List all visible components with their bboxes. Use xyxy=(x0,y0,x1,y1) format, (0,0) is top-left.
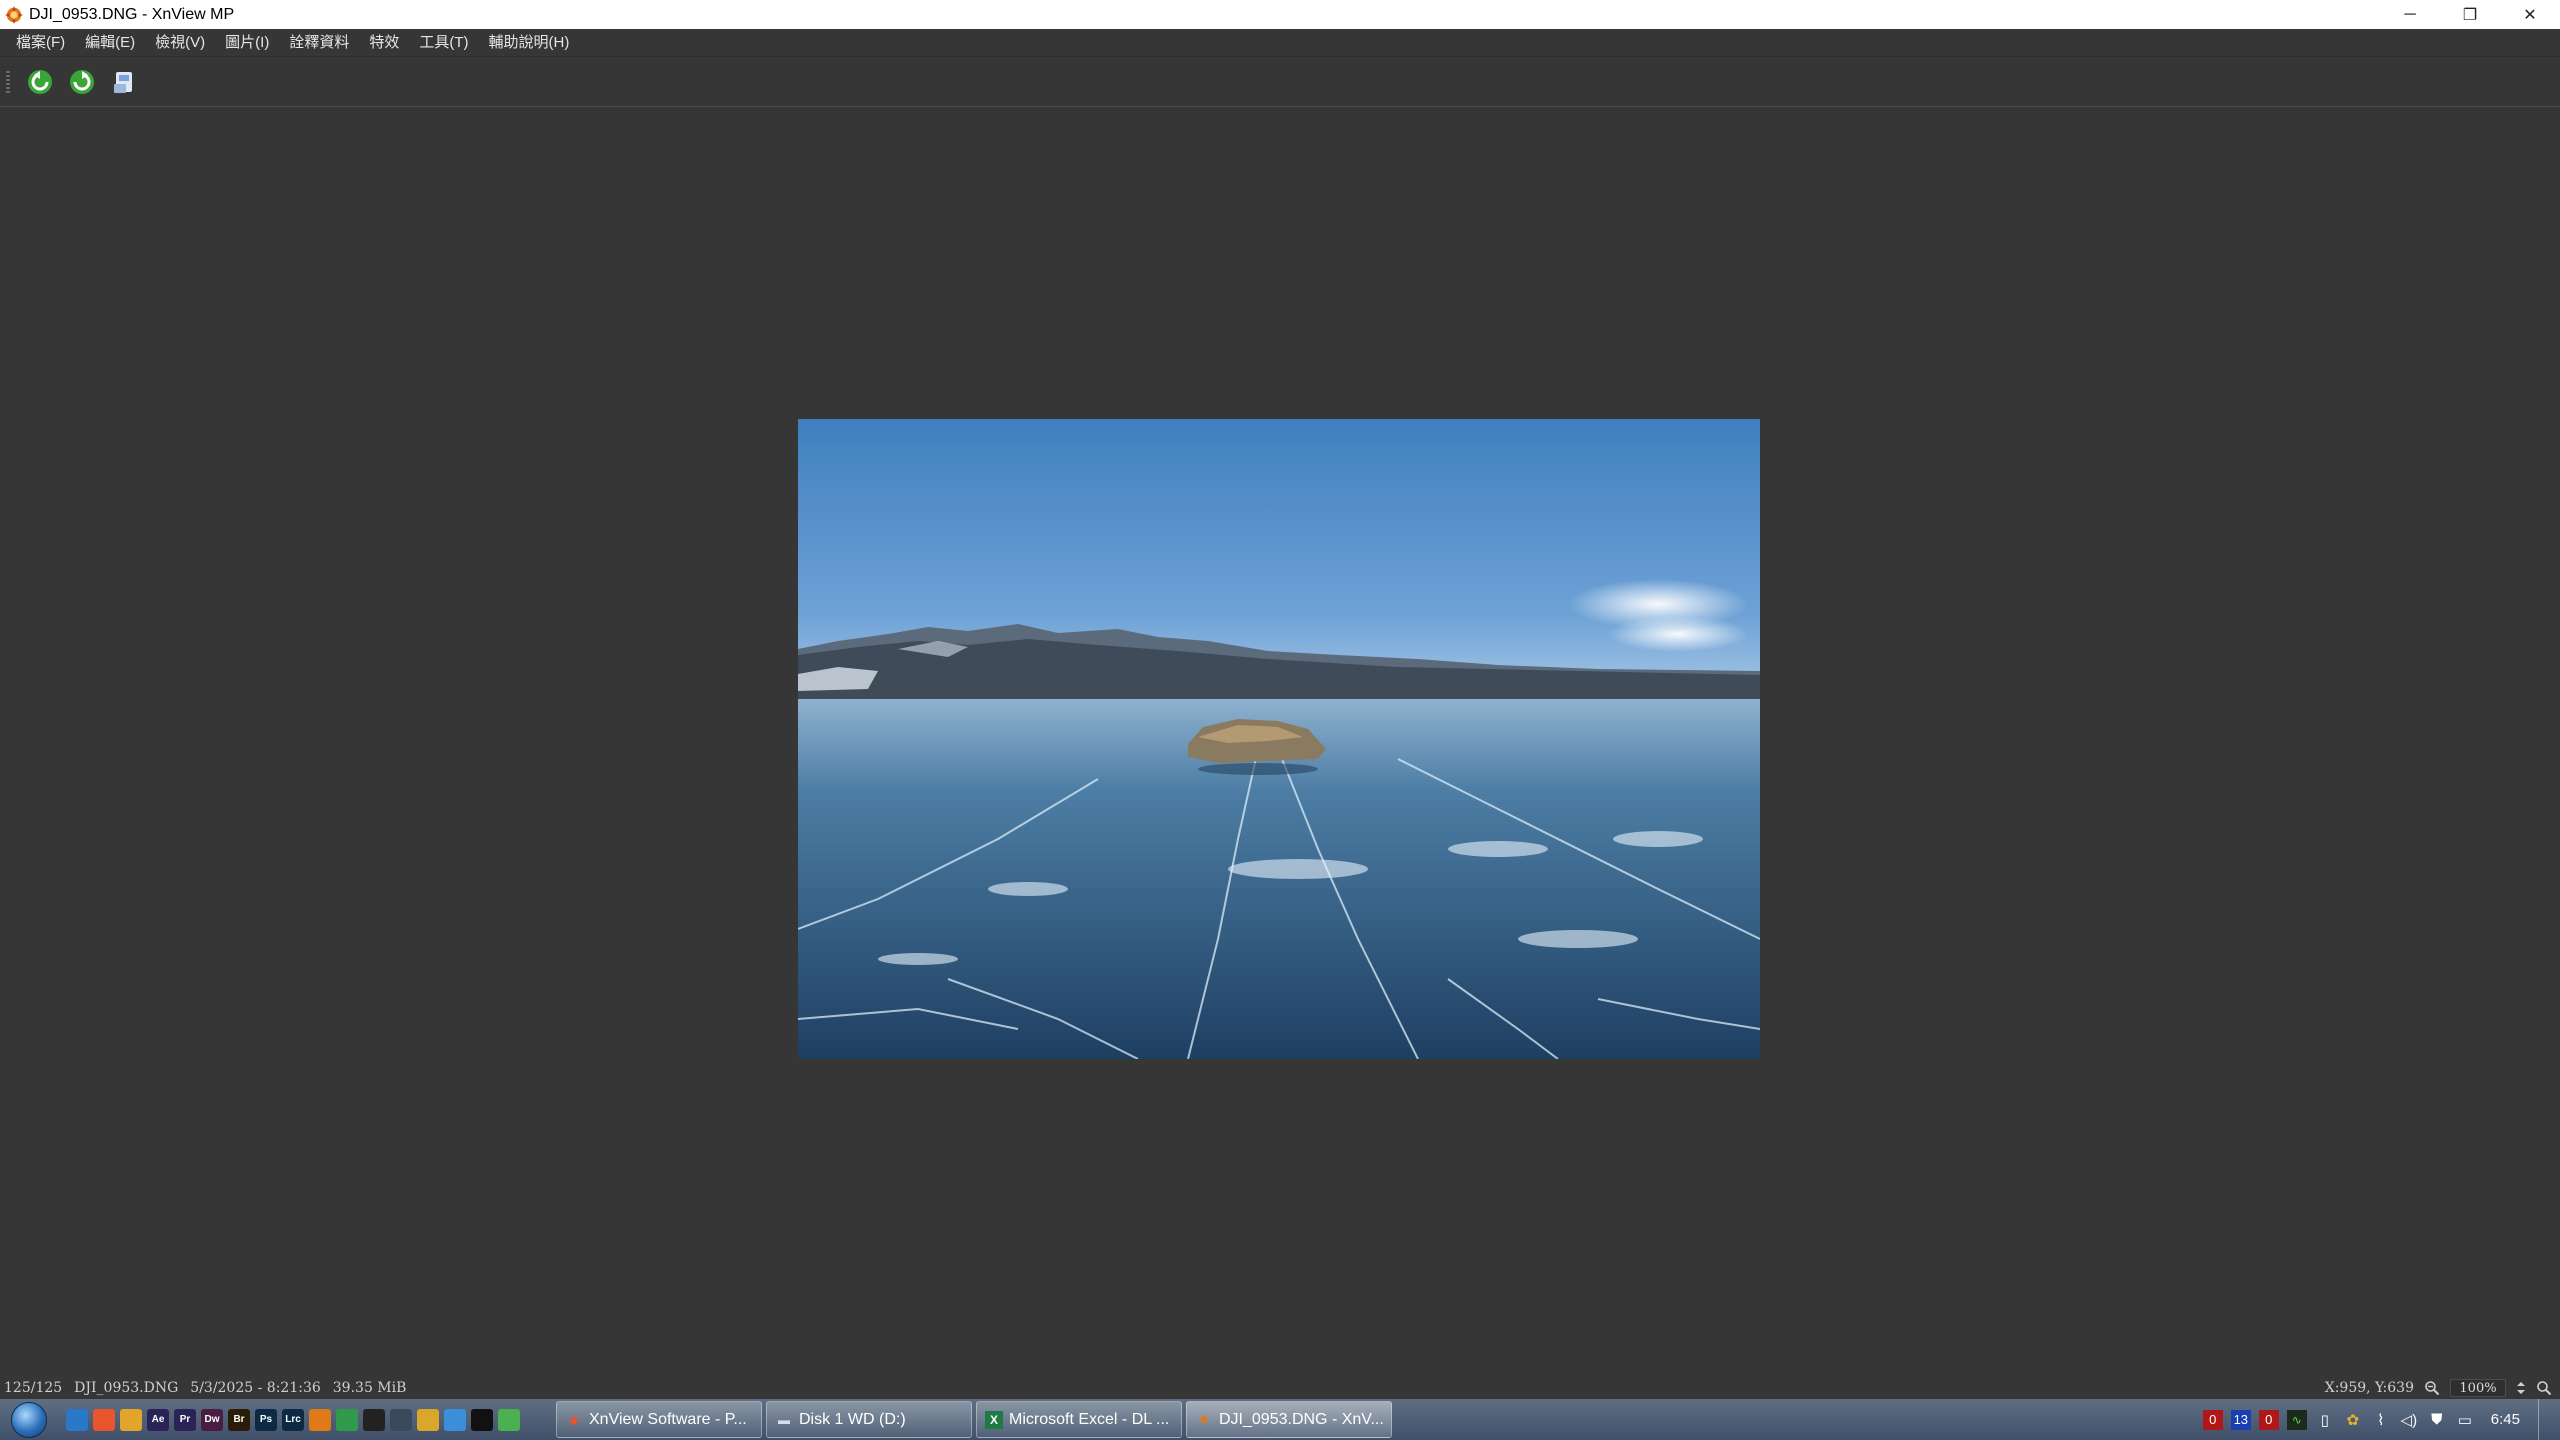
aftereffects-icon[interactable]: Ae xyxy=(147,1408,169,1431)
task-disk-explorer[interactable]: ▬ Disk 1 WD (D:) xyxy=(766,1401,972,1438)
taskbar-tasks: ◆ XnView Software - P... ▬ Disk 1 WD (D:… xyxy=(556,1401,1392,1438)
rotate-left-button[interactable] xyxy=(24,66,56,98)
cursor-coordinates: X:959, Y:639 xyxy=(2324,1380,2414,1396)
usb-device-icon[interactable]: ▯ xyxy=(2315,1410,2335,1430)
premiere-icon[interactable]: Pr xyxy=(174,1408,196,1431)
task-xnview-mp[interactable]: ✹ DJI_0953.DNG - XnV... xyxy=(1186,1401,1392,1438)
tray-badge-red[interactable]: 0 xyxy=(2202,1409,2223,1430)
action-center-icon[interactable]: ▭ xyxy=(2455,1410,2475,1430)
zoom-spinner-icon[interactable] xyxy=(2516,1380,2526,1396)
zoom-out-icon[interactable] xyxy=(2424,1380,2440,1396)
rotate-right-button[interactable] xyxy=(66,66,98,98)
outlook-icon[interactable] xyxy=(66,1408,88,1431)
excel-icon: X xyxy=(985,1410,1003,1429)
window-title: DJI_0953.DNG - XnView MP xyxy=(29,5,235,23)
tray-badge-blue[interactable]: 13 xyxy=(2230,1409,2251,1430)
task-label: Microsoft Excel - DL ... xyxy=(1009,1410,1170,1428)
zoom-in-icon[interactable] xyxy=(2536,1380,2552,1396)
menu-help[interactable]: 輔助說明(H) xyxy=(479,29,580,57)
menu-metadata[interactable]: 詮釋資料 xyxy=(279,29,359,57)
menu-image[interactable]: 圖片(I) xyxy=(215,29,279,57)
displayed-photo[interactable] xyxy=(798,419,1760,1059)
menu-tools[interactable]: 工具(T) xyxy=(409,29,478,57)
chrome-icon[interactable] xyxy=(498,1408,520,1431)
brave-icon[interactable] xyxy=(93,1408,115,1431)
security-shield-icon[interactable]: ⛊ xyxy=(2427,1410,2447,1430)
menu-edit[interactable]: 編輯(E) xyxy=(75,29,145,57)
app-green-icon[interactable] xyxy=(336,1408,358,1431)
rotate-right-icon xyxy=(70,69,94,94)
drive-icon: ▬ xyxy=(778,1412,790,1427)
xnview-app-icon xyxy=(5,5,23,24)
brave-icon: ◆ xyxy=(569,1412,579,1427)
dreamweaver-icon[interactable]: Dw xyxy=(201,1408,223,1431)
system-tray: 0 13 0 ∿ ▯ ✿ ⌇ ◁) ⛊ ▭ 6:45 xyxy=(2202,1399,2560,1440)
task-excel[interactable]: X Microsoft Excel - DL ... xyxy=(976,1401,1182,1438)
toolbar-grip[interactable] xyxy=(6,70,10,93)
menu-file[interactable]: 檔案(F) xyxy=(6,29,75,57)
image-filesize: 39.35 MiB xyxy=(332,1380,407,1396)
app-blue-icon[interactable] xyxy=(444,1408,466,1431)
minimize-button[interactable]: ─ xyxy=(2380,0,2440,29)
task-label: Disk 1 WD (D:) xyxy=(799,1410,906,1428)
chrome-dev-icon[interactable] xyxy=(417,1408,439,1431)
task-label: DJI_0953.DNG - XnV... xyxy=(1219,1410,1384,1428)
zoom-level-field[interactable]: 100% xyxy=(2450,1379,2506,1397)
photoshop-icon[interactable]: Ps xyxy=(255,1408,277,1431)
network-icon[interactable]: ⌇ xyxy=(2371,1410,2391,1430)
windows-orb-icon xyxy=(11,1401,47,1438)
save-icon xyxy=(114,71,132,93)
close-button[interactable]: ✕ xyxy=(2500,0,2560,29)
image-viewer[interactable] xyxy=(0,107,2560,1377)
color-app-icon[interactable]: ✿ xyxy=(2343,1410,2363,1430)
image-filename: DJI_0953.DNG xyxy=(74,1380,179,1396)
taskbar: Ae Pr Dw Br Ps Lrc ◆ XnView Software - P... ▬… xyxy=(0,1399,2560,1440)
terminal-icon[interactable] xyxy=(363,1408,385,1431)
save-button[interactable] xyxy=(108,66,140,98)
menu-view[interactable]: 檢視(V) xyxy=(145,29,215,57)
taskbar-clock[interactable]: 6:45 xyxy=(2491,1411,2520,1428)
volume-icon[interactable]: ◁) xyxy=(2399,1410,2419,1430)
tray-badge-red-2[interactable]: 0 xyxy=(2258,1409,2279,1430)
toolbar xyxy=(0,57,2560,107)
xnview-icon: ✹ xyxy=(1198,1412,1210,1427)
frozen-lake-photo xyxy=(798,419,1760,1059)
folder-icon[interactable] xyxy=(120,1408,142,1431)
xnview-icon[interactable] xyxy=(309,1408,331,1431)
restore-button[interactable]: ❐ xyxy=(2440,0,2500,29)
show-desktop-button[interactable] xyxy=(2538,1399,2548,1440)
start-button[interactable] xyxy=(0,1399,58,1440)
task-label: XnView Software - P... xyxy=(589,1410,747,1428)
performance-monitor-icon[interactable]: ∿ xyxy=(2286,1409,2307,1430)
bridge-icon[interactable]: Br xyxy=(228,1408,250,1431)
menu-effects[interactable]: 特效 xyxy=(359,29,409,57)
status-bar: 125/125 DJI_0953.DNG 5/3/2025 - 8:21:36 … xyxy=(0,1377,2560,1399)
image-datetime: 5/3/2025 - 8:21:36 xyxy=(190,1380,321,1396)
menu-bar: 檔案(F) 編輯(E) 檢視(V) 圖片(I) 詮釋資料 特效 工具(T) 輔助… xyxy=(0,29,2560,57)
title-bar: DJI_0953.DNG - XnView MP ─ ❐ ✕ xyxy=(0,0,2560,29)
rotate-left-icon xyxy=(28,69,52,94)
lightroom-icon[interactable]: Lrc xyxy=(282,1408,304,1431)
quick-launch: Ae Pr Dw Br Ps Lrc xyxy=(66,1408,520,1431)
task-xnview-software[interactable]: ◆ XnView Software - P... xyxy=(556,1401,762,1438)
image-position: 125/125 xyxy=(4,1380,63,1396)
qq-icon[interactable] xyxy=(471,1408,493,1431)
network-icon[interactable] xyxy=(390,1408,412,1431)
